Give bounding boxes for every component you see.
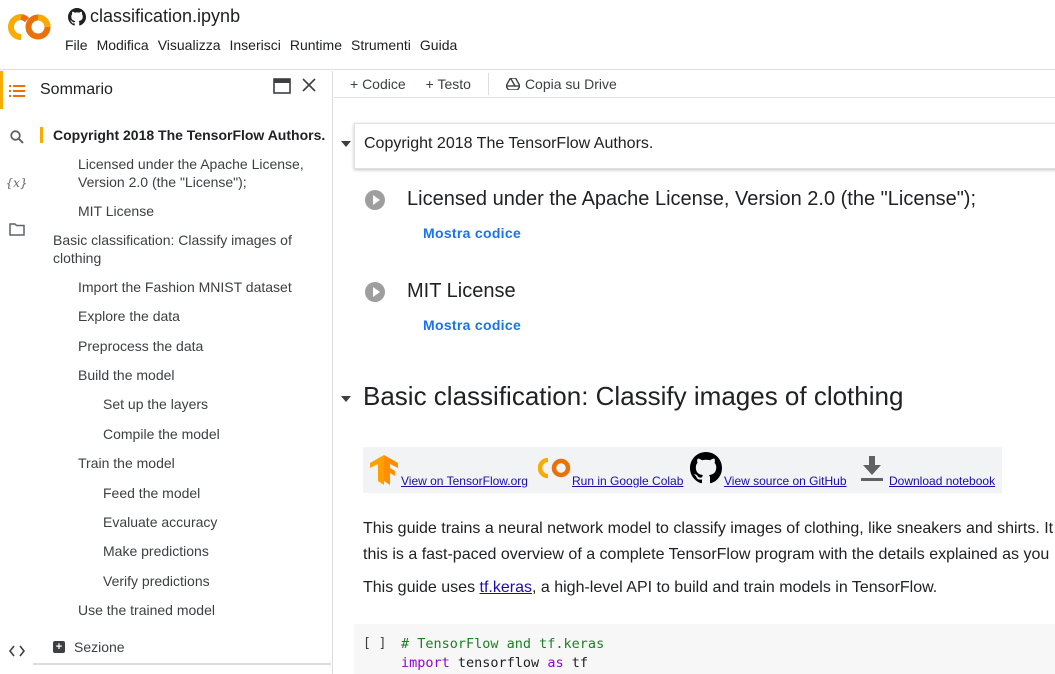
toc-item-explore-data[interactable]: Explore the data [78, 307, 180, 325]
download-notebook-link[interactable]: Download notebook [889, 474, 995, 488]
code-alias: tf [563, 655, 588, 671]
tf-keras-link[interactable]: tf.keras [480, 579, 532, 596]
code-snippets-icon[interactable] [0, 638, 33, 664]
menu-strumenti[interactable]: Strumenti [350, 37, 415, 53]
copy-to-drive-label: Copia su Drive [524, 75, 617, 92]
notebook-title[interactable]: classification.ipynb [90, 6, 240, 27]
notebook-area: Copyright 2018 The TensorFlow Authors. L… [334, 99, 1055, 674]
toc-icon[interactable] [0, 78, 33, 104]
text-cell-copyright[interactable]: Copyright 2018 The TensorFlow Authors. [354, 123, 1055, 169]
license-heading: Licensed under the Apache License, Versi… [407, 188, 977, 210]
search-icon[interactable] [0, 124, 33, 150]
intro-paragraph-line-1: This guide trains a neural network model… [363, 520, 1054, 537]
side-rail: {x} [0, 71, 33, 674]
collapse-section-icon[interactable] [341, 141, 351, 147]
folder-icon[interactable] [0, 216, 33, 242]
open-in-tab-icon[interactable] [273, 78, 291, 94]
colab-link[interactable]: Run in Google Colab [572, 474, 683, 488]
download-icon [861, 456, 883, 481]
toc-item-copyright[interactable]: Copyright 2018 The TensorFlow Authors. [53, 126, 325, 144]
collapse-section-icon[interactable] [341, 396, 351, 402]
show-code-button[interactable]: Mostra codice [423, 225, 521, 241]
menu-inserisci[interactable]: Inserisci [228, 37, 284, 53]
colab-icon [538, 457, 571, 479]
code-cell[interactable]: [ ] # TensorFlow and tf.keras import ten… [354, 624, 1055, 674]
plus-icon: + [53, 641, 65, 653]
keras-paragraph-end: , a high-level API to build and train mo… [531, 579, 938, 596]
run-cell-icon[interactable] [365, 282, 385, 302]
menu-guida[interactable]: Guida [419, 37, 461, 53]
code-import-line: import tensorflow as tf [401, 655, 588, 671]
add-section-label: Sezione [74, 639, 125, 655]
keras-paragraph-start: This guide uses [363, 579, 480, 596]
toc-item-train-model[interactable]: Train the model [78, 454, 175, 472]
toc-item-evaluate-accuracy[interactable]: Evaluate accuracy [103, 513, 217, 531]
title-row: classification.ipynb [68, 6, 240, 27]
drive-icon [505, 77, 520, 90]
copyright-heading: Copyright 2018 The TensorFlow Authors. [364, 135, 654, 152]
toc-item-basic-classification[interactable]: Basic classification: Classify images of… [53, 231, 318, 267]
toc-item-mit-license[interactable]: MIT License [78, 202, 154, 220]
toc-item-build-model[interactable]: Build the model [78, 366, 175, 384]
code-keyword-as: as [547, 655, 564, 671]
menu-bar: File Modifica Visualizza Inserisci Runti… [64, 37, 465, 53]
tensorflow-icon [370, 455, 398, 485]
close-icon[interactable] [301, 77, 317, 93]
tensorflow-link[interactable]: View on TensorFlow.org [401, 474, 528, 488]
toc-item-verify-predictions[interactable]: Verify predictions [103, 572, 210, 590]
add-text-button[interactable]: + Testo [426, 76, 471, 92]
run-cell-prompt[interactable]: [ ] [363, 636, 386, 651]
mit-heading: MIT License [407, 280, 516, 302]
app-header: classification.ipynb File Modifica Visua… [0, 0, 1055, 70]
code-keyword-import: import [401, 655, 450, 671]
toc-item-preprocess-data[interactable]: Preprocess the data [78, 337, 203, 355]
toc-divider [33, 663, 331, 665]
menu-visualizza[interactable]: Visualizza [157, 37, 225, 53]
toc-item-compile-model[interactable]: Compile the model [103, 425, 220, 443]
keras-paragraph: This guide uses tf.keras, a high-level A… [363, 579, 937, 597]
notebook-toolbar: + Codice + Testo Copia su Drive [334, 70, 1055, 98]
variables-icon[interactable]: {x} [0, 170, 33, 196]
show-code-button[interactable]: Mostra codice [423, 317, 521, 333]
run-cell-icon[interactable] [365, 190, 385, 210]
table-of-contents-panel: Sommario Copyright 2018 The TensorFlow A… [33, 71, 333, 674]
add-code-button[interactable]: + Codice [350, 76, 406, 92]
code-comment: # TensorFlow and tf.keras [401, 636, 605, 652]
toc-item-set-up-layers[interactable]: Set up the layers [103, 395, 208, 413]
copy-to-drive-button[interactable]: Copia su Drive [505, 75, 617, 92]
section-heading: Basic classification: Classify images of… [363, 381, 904, 411]
toc-item-apache-license[interactable]: Licensed under the Apache License, Versi… [78, 155, 318, 191]
toc-item-make-predictions[interactable]: Make predictions [103, 542, 209, 560]
toc-item-import-dataset[interactable]: Import the Fashion MNIST dataset [78, 278, 292, 296]
colab-logo[interactable] [8, 12, 52, 42]
menu-modifica[interactable]: Modifica [96, 37, 153, 53]
toolbar-divider [487, 72, 489, 95]
toc-active-indicator [40, 127, 43, 143]
github-icon [690, 452, 722, 484]
toc-title: Sommario [40, 81, 113, 98]
menu-file[interactable]: File [64, 37, 92, 53]
toc-item-feed-model[interactable]: Feed the model [103, 484, 200, 502]
add-section-button[interactable]: + Sezione [53, 639, 125, 655]
menu-runtime[interactable]: Runtime [289, 37, 346, 53]
badge-bar: View on TensorFlow.org Run in Google Col… [363, 447, 1002, 493]
code-module-name: tensorflow [449, 655, 548, 671]
toc-item-use-trained-model[interactable]: Use the trained model [78, 601, 215, 619]
intro-paragraph-line-2: this is a fast-paced overview of a compl… [363, 546, 1050, 563]
github-icon [68, 7, 86, 26]
github-link[interactable]: View source on GitHub [724, 474, 847, 488]
